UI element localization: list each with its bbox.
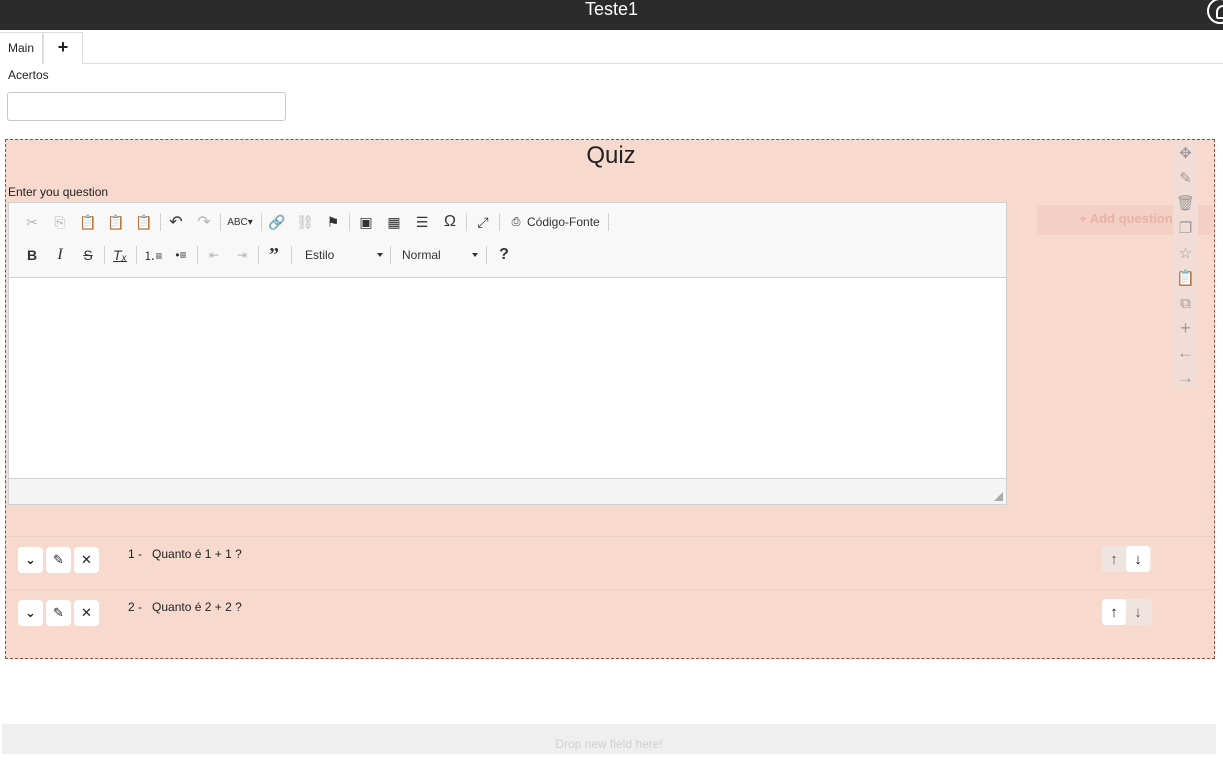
acertos-input[interactable] xyxy=(7,92,286,121)
question-number: 1 - xyxy=(128,547,143,561)
question-row: ⌄ ✎ ✕ 1 - Quanto é 1 + 1 ? ↑ ↓ xyxy=(6,536,1214,588)
rich-text-editor: ✂ ⎘ 📋 📋 📋 ↶ ↷ ABC▾ 🔗 ⛓ ⚑ ▣ ▦ ☰ Ω ⤢ ⎙ Cód… xyxy=(8,202,1007,505)
undo-icon[interactable]: ↶ xyxy=(165,211,187,233)
bold-icon[interactable]: B xyxy=(21,244,43,266)
toolbar-separator xyxy=(349,213,350,231)
style-combo-label: Estilo xyxy=(305,248,335,262)
source-button[interactable]: Código-Fonte xyxy=(527,211,600,233)
paste-icon[interactable]: 📋 xyxy=(77,211,99,233)
resize-handle-icon[interactable] xyxy=(994,492,1003,501)
toolbar-separator xyxy=(197,246,198,264)
remove-format-icon[interactable]: Tₓ xyxy=(109,244,131,266)
quiz-container: Quiz Enter you question ✂ ⎘ 📋 📋 📋 ↶ ↷ AB… xyxy=(5,139,1215,659)
horizontal-line-icon[interactable]: ☰ xyxy=(411,211,433,233)
toolbar-separator xyxy=(136,246,137,264)
question-title: Quanto é 2 + 2 ? xyxy=(152,600,242,614)
cut-icon[interactable]: ✂ xyxy=(21,211,43,233)
editor-toolbar: ✂ ⎘ 📋 📋 📋 ↶ ↷ ABC▾ 🔗 ⛓ ⚑ ▣ ▦ ☰ Ω ⤢ ⎙ Cód… xyxy=(9,203,1006,278)
spellcheck-icon[interactable]: ABC▾ xyxy=(227,211,253,233)
arrow-up-icon[interactable]: ↑ xyxy=(1102,546,1126,572)
special-char-icon[interactable]: Ω xyxy=(439,211,461,233)
pencil-icon[interactable]: ✎ xyxy=(46,600,71,626)
chevron-down-icon xyxy=(472,253,478,257)
question-label: Enter you question xyxy=(8,185,109,199)
maximize-icon[interactable]: ⤢ xyxy=(472,211,494,233)
question-text: 2 - Quanto é 2 + 2 ? xyxy=(128,600,242,614)
user-circle-icon[interactable] xyxy=(1207,0,1223,24)
copy-icon[interactable]: ❐ xyxy=(1173,217,1198,239)
close-icon[interactable]: ✕ xyxy=(74,547,99,573)
clipboard-icon[interactable]: 📋 xyxy=(1173,267,1198,289)
question-text: 1 - Quanto é 1 + 1 ? xyxy=(128,547,242,561)
format-combo[interactable]: Normal xyxy=(402,244,478,266)
chevron-down-icon[interactable]: ⌄ xyxy=(18,547,43,573)
toolbar-separator xyxy=(486,246,487,264)
chevron-down-icon xyxy=(377,253,383,257)
redo-icon[interactable]: ↷ xyxy=(193,211,215,233)
question-title: Quanto é 1 + 1 ? xyxy=(152,547,242,561)
toolbar-separator xyxy=(390,246,391,264)
strikethrough-icon[interactable]: S xyxy=(77,244,99,266)
quiz-title: Quiz xyxy=(586,142,636,169)
arrow-down-icon[interactable]: ↓ xyxy=(1126,599,1150,625)
paste-icon[interactable]: ⧉ xyxy=(1173,292,1198,314)
question-row: ⌄ ✎ ✕ 2 - Quanto é 2 + 2 ? ↑ ↓ xyxy=(6,589,1214,641)
italic-icon[interactable]: I xyxy=(49,244,71,266)
indent-icon[interactable]: ⇥ xyxy=(231,244,253,266)
editor-footer xyxy=(9,478,1006,504)
style-combo[interactable]: Estilo xyxy=(305,244,383,266)
acertos-label: Acertos xyxy=(8,68,49,82)
drop-zone[interactable]: Drop new field here! xyxy=(2,724,1216,754)
toolbar-separator xyxy=(258,246,259,264)
toolbar-separator xyxy=(608,213,609,231)
toolbar-separator xyxy=(261,213,262,231)
anchor-flag-icon[interactable]: ⚑ xyxy=(322,211,344,233)
link-icon[interactable]: 🔗 xyxy=(266,211,288,233)
reorder-buttons: ↑ ↓ xyxy=(1102,546,1152,572)
chevron-down-icon[interactable]: ⌄ xyxy=(18,600,43,626)
toolbar-separator xyxy=(220,213,221,231)
close-icon[interactable]: ✕ xyxy=(74,600,99,626)
tab-main[interactable]: Main xyxy=(0,32,43,64)
star-icon[interactable]: ☆ xyxy=(1173,242,1198,264)
toolbar-separator xyxy=(499,213,500,231)
blockquote-icon[interactable]: ” xyxy=(263,244,285,266)
top-bar: Teste1 xyxy=(0,0,1223,30)
paste-text-icon[interactable]: 📋 xyxy=(105,211,127,233)
toolbar-separator xyxy=(104,246,105,264)
component-toolbox: ✥ ✎ 🗑 ❐ ☆ 📋 ⧉ + ← → xyxy=(1173,141,1198,387)
bullet-list-icon[interactable]: •≡ xyxy=(170,244,192,266)
trash-icon[interactable]: 🗑 xyxy=(1173,192,1198,214)
numbered-list-icon[interactable]: ⒈≡ xyxy=(142,244,164,266)
toolbar-separator xyxy=(466,213,467,231)
question-number: 2 - xyxy=(128,600,143,614)
image-icon[interactable]: ▣ xyxy=(355,211,377,233)
format-combo-label: Normal xyxy=(402,248,441,262)
help-button[interactable]: ? xyxy=(493,244,515,266)
tabs-bar: Main + xyxy=(0,30,1223,64)
arrow-up-icon[interactable]: ↑ xyxy=(1102,599,1126,625)
toolbar-separator xyxy=(291,246,292,264)
add-tab-button[interactable]: + xyxy=(43,32,83,64)
table-icon[interactable]: ▦ xyxy=(383,211,405,233)
source-icon[interactable]: ⎙ xyxy=(505,211,527,233)
toolbar-separator xyxy=(160,213,161,231)
move-icon[interactable]: ✥ xyxy=(1173,142,1198,164)
arrow-down-icon[interactable]: ↓ xyxy=(1126,546,1150,572)
arrow-right-icon[interactable]: → xyxy=(1173,367,1198,389)
pencil-icon[interactable]: ✎ xyxy=(46,547,71,573)
edit-icon[interactable]: ✎ xyxy=(1173,167,1198,189)
plus-icon[interactable]: + xyxy=(1173,317,1198,339)
paste-word-icon[interactable]: 📋 xyxy=(133,211,155,233)
arrow-left-icon[interactable]: ← xyxy=(1173,342,1198,364)
app-title: Teste1 xyxy=(584,0,639,19)
copy-icon[interactable]: ⎘ xyxy=(49,211,71,233)
reorder-buttons: ↑ ↓ xyxy=(1102,599,1152,625)
outdent-icon[interactable]: ⇤ xyxy=(203,244,225,266)
unlink-icon[interactable]: ⛓ xyxy=(294,211,316,233)
editor-content-area[interactable] xyxy=(9,278,1006,478)
